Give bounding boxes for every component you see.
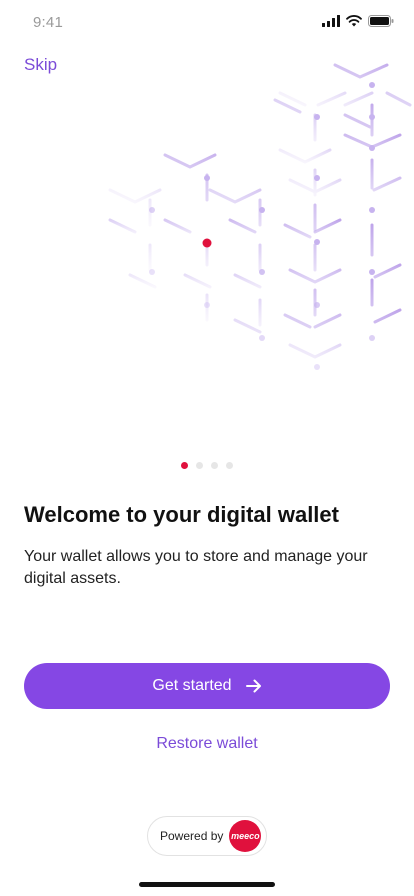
- meeco-logo: meeco: [229, 820, 262, 852]
- restore-wallet-button[interactable]: Restore wallet: [0, 735, 414, 753]
- battery-icon: [368, 14, 394, 32]
- wifi-icon: [346, 14, 362, 32]
- status-icons: [322, 14, 394, 32]
- arrow-right-icon: [245, 679, 262, 693]
- powered-by-label: Powered by: [160, 829, 224, 843]
- powered-by-badge[interactable]: Powered by meeco: [147, 816, 267, 856]
- onboarding-description: Your wallet allows you to store and mana…: [24, 548, 368, 587]
- network-pattern-illustration: [108, 63, 412, 370]
- page-dot-active[interactable]: [181, 462, 188, 469]
- cellular-signal-icon: [322, 14, 340, 32]
- status-bar: 9:41: [0, 0, 414, 44]
- page-dot[interactable]: [211, 462, 218, 469]
- page-indicator: [0, 462, 414, 469]
- get-started-button[interactable]: Get started: [24, 663, 390, 709]
- page-dot[interactable]: [226, 462, 233, 469]
- skip-button[interactable]: Skip: [24, 55, 57, 75]
- home-indicator: [139, 882, 275, 887]
- get-started-label: Get started: [152, 677, 232, 694]
- highlight-node-dot: [202, 238, 212, 248]
- status-time: 9:41: [33, 14, 63, 31]
- page-dot[interactable]: [196, 462, 203, 469]
- onboarding-title: Welcome to your digital wallet: [24, 502, 339, 527]
